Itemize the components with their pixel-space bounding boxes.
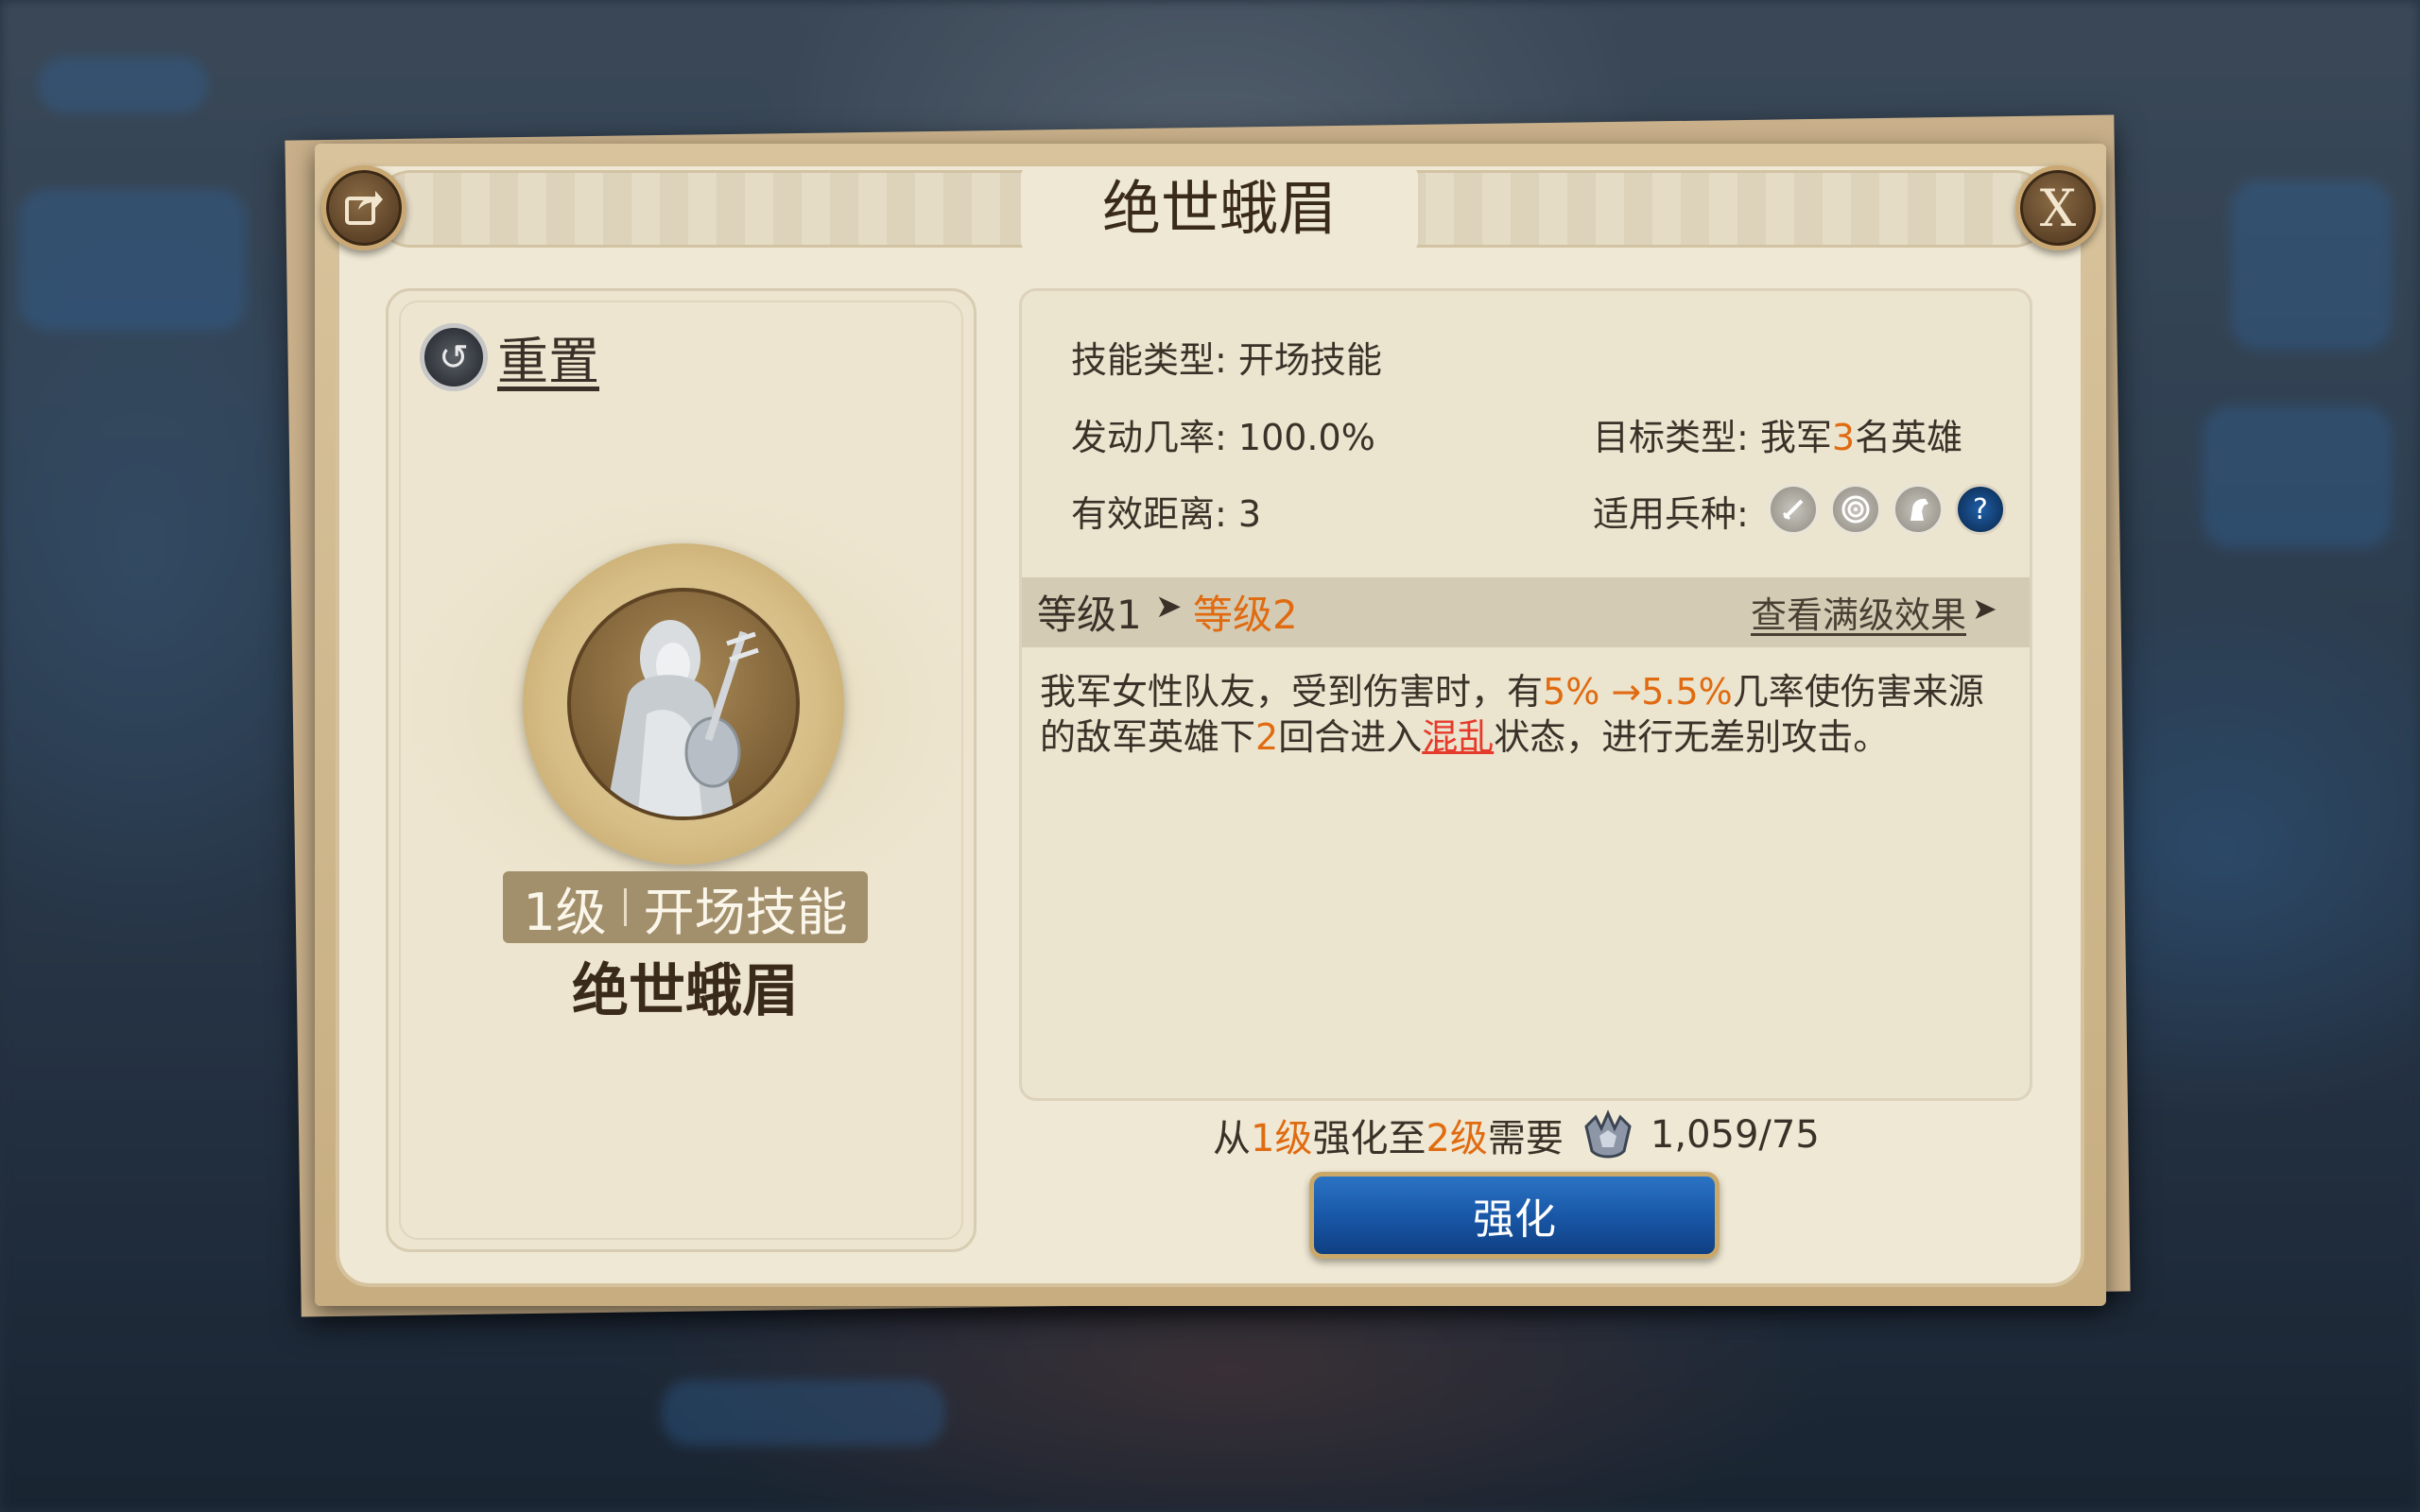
skill-level-badge: 1级 开场技能 xyxy=(503,871,868,943)
view-full-arrow-icon[interactable]: ➤ xyxy=(1972,591,1997,627)
unit-type-icons: ? xyxy=(1768,484,2006,535)
trigger-rate-row: 发动几率: 100.0% xyxy=(1071,408,1375,460)
upgrade-button[interactable]: 强化 xyxy=(1309,1172,1720,1259)
skill-name: 绝世蛾眉 xyxy=(572,958,799,1024)
share-icon xyxy=(341,183,387,232)
desc-part4: 状态，进行无差别攻击。 xyxy=(1494,716,1890,758)
range-label: 有效距离: xyxy=(1071,493,1227,535)
badge-divider xyxy=(623,888,627,926)
upgrade-to-prefix: 强化至 xyxy=(1312,1117,1426,1160)
current-level: 等级1 xyxy=(1037,592,1142,638)
unit-types-label: 适用兵种: xyxy=(1593,493,1749,535)
desc-turns: 2 xyxy=(1255,716,1279,758)
close-icon: X xyxy=(2039,178,2077,238)
desc-rate-to: 5.5% xyxy=(1641,671,1733,713)
reset-label: 重置 xyxy=(497,332,599,391)
level-arrow-icon: ➤ xyxy=(1155,588,1183,626)
target-type-row: 目标类型: 我军3名英雄 xyxy=(1593,408,1962,460)
skill-type-badge: 开场技能 xyxy=(643,882,848,942)
skill-type-value: 开场技能 xyxy=(1237,339,1382,381)
desc-arrow: → xyxy=(1599,671,1642,713)
dialog-title: 绝世蛾眉 xyxy=(1021,166,1418,251)
desc-status-link[interactable]: 混乱 xyxy=(1422,716,1494,758)
reset-button[interactable]: ↺ 重置 xyxy=(420,319,599,394)
unit-types-row: 适用兵种: xyxy=(1593,485,1749,537)
next-level: 等级2 xyxy=(1193,592,1298,638)
desc-part1: 我军女性队友，受到伤害时，有 xyxy=(1040,671,1544,713)
skill-portrait xyxy=(567,588,800,820)
upgrade-from-prefix: 从 xyxy=(1213,1117,1251,1160)
range-value: 3 xyxy=(1237,493,1262,535)
trigger-rate-value: 100.0% xyxy=(1237,417,1375,458)
question-icon[interactable]: ? xyxy=(1955,484,2006,535)
target-suffix: 名英雄 xyxy=(1855,417,1963,458)
skill-type-row: 技能类型: 开场技能 xyxy=(1071,331,1382,383)
desc-part3: 回合进入 xyxy=(1278,716,1423,758)
upgrade-cost-value: 1,059/75 xyxy=(1650,1113,1820,1157)
skill-description: 我军女性队友，受到伤害时，有5% →5.5%几率使伤害来源的敌军英雄下2回合进入… xyxy=(1040,669,2009,760)
hooded-musician-icon xyxy=(605,620,759,816)
reset-icon: ↺ xyxy=(420,322,488,391)
view-full-effect-link[interactable]: 查看满级效果 xyxy=(1751,586,1966,638)
skill-type-label: 技能类型: xyxy=(1071,339,1227,381)
desc-rate-from: 5% xyxy=(1543,671,1600,713)
close-button[interactable]: X xyxy=(2015,165,2100,250)
skill-level: 1级 xyxy=(523,882,607,942)
target-count: 3 xyxy=(1831,417,1856,458)
trigger-rate-label: 发动几率: xyxy=(1071,417,1227,458)
target-prefix: 我军 xyxy=(1759,417,1832,458)
share-button[interactable] xyxy=(321,165,406,250)
upgrade-need-label: 需要 xyxy=(1487,1117,1564,1160)
helmet-token-icon xyxy=(1584,1109,1632,1159)
upgrade-cost-row: 从 1级 强化至 2级 需要 1,059/75 xyxy=(1213,1108,1820,1162)
range-row: 有效距离: 3 xyxy=(1071,485,1261,537)
bow-target-icon[interactable] xyxy=(1830,484,1881,535)
upgrade-from-level: 1级 xyxy=(1251,1117,1313,1160)
target-type-label: 目标类型: xyxy=(1593,417,1749,458)
sword-icon[interactable] xyxy=(1768,484,1819,535)
upgrade-to-level: 2级 xyxy=(1426,1117,1488,1160)
horse-icon[interactable] xyxy=(1893,484,1944,535)
